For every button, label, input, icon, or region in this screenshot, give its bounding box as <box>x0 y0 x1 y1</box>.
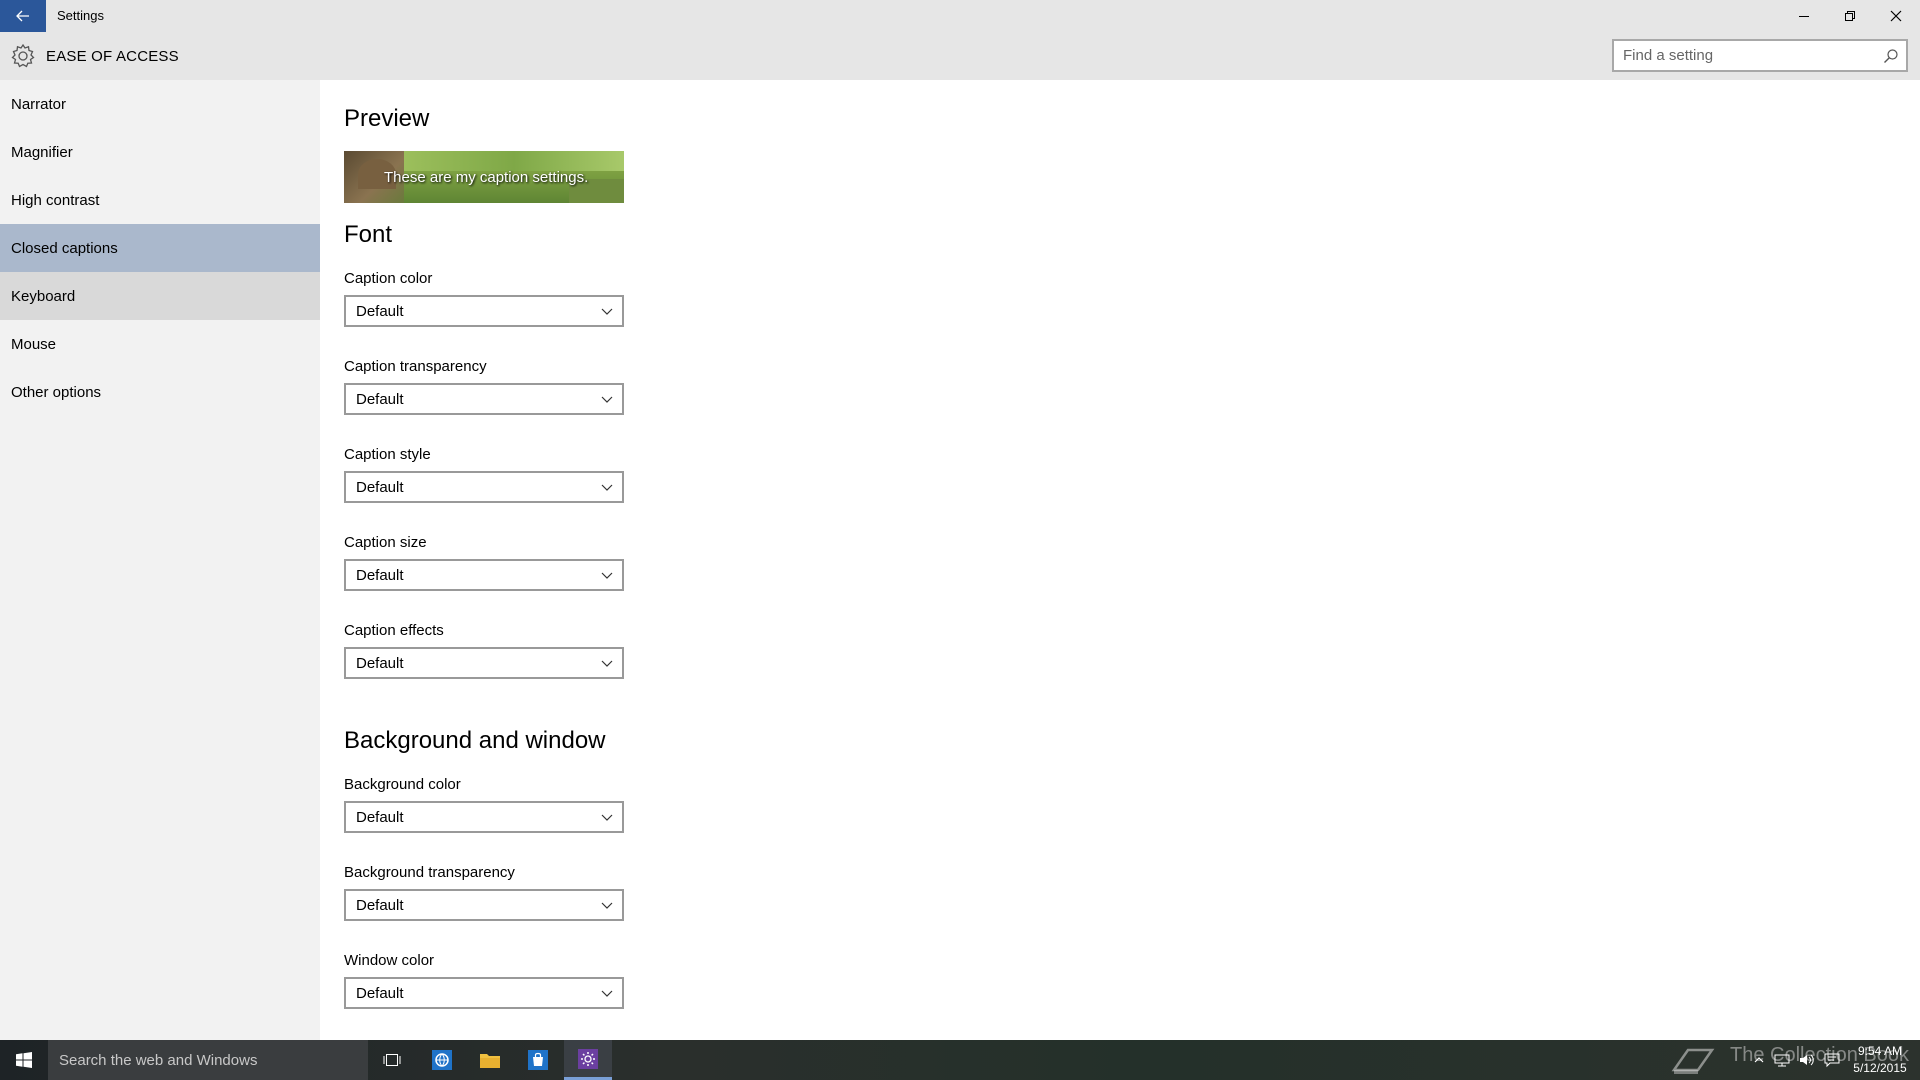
dropdown-value: Default <box>356 567 404 584</box>
clock-time: 9:54 AM <box>1857 1044 1903 1058</box>
search-input[interactable] <box>1614 41 1864 70</box>
sidebar-item-magnifier[interactable]: Magnifier <box>0 128 320 176</box>
restore-icon <box>1845 11 1855 21</box>
settings-app-button[interactable] <box>564 1040 612 1080</box>
sidebar: Narrator Magnifier High contrast Closed … <box>0 80 320 1040</box>
background-window-heading: Background and window <box>344 727 606 754</box>
gear-icon <box>11 43 35 68</box>
dropdown-value: Default <box>356 897 404 914</box>
back-button[interactable] <box>0 0 46 32</box>
background-color-label: Background color <box>344 776 461 793</box>
task-view-icon <box>383 1054 401 1066</box>
preview-heading: Preview <box>344 105 430 132</box>
main-content: Preview These are my caption settings. F… <box>320 80 1920 1040</box>
preview-sky <box>404 151 624 171</box>
close-icon <box>1890 10 1902 22</box>
edge-browser-button[interactable] <box>418 1040 466 1080</box>
dropdown-value: Default <box>356 809 404 826</box>
minimize-button[interactable] <box>1781 0 1827 32</box>
chevron-down-icon <box>601 902 613 909</box>
sidebar-item-other-options[interactable]: Other options <box>0 368 320 416</box>
caption-style-label: Caption style <box>344 446 431 463</box>
sidebar-item-label: Keyboard <box>11 287 76 305</box>
restore-button[interactable] <box>1827 0 1873 32</box>
sidebar-item-label: Mouse <box>11 335 57 353</box>
browser-icon <box>432 1050 452 1070</box>
font-heading: Font <box>344 221 393 248</box>
caption-color-label: Caption color <box>344 270 433 287</box>
chevron-down-icon <box>601 660 613 667</box>
sidebar-item-narrator[interactable]: Narrator <box>0 80 320 128</box>
find-setting-search[interactable] <box>1612 39 1908 72</box>
network-icon[interactable] <box>1773 1052 1791 1068</box>
caption-color-dropdown[interactable]: Default <box>344 295 624 327</box>
page-title: EASE OF ACCESS <box>46 48 179 65</box>
search-icon[interactable] <box>1883 48 1899 64</box>
sidebar-item-keyboard[interactable]: Keyboard <box>0 272 320 320</box>
caption-effects-dropdown[interactable]: Default <box>344 647 624 679</box>
minimize-icon <box>1799 16 1809 17</box>
sidebar-item-label: Other options <box>11 383 102 401</box>
chevron-down-icon <box>601 990 613 997</box>
clock-date: 5/12/2015 <box>1853 1061 1907 1075</box>
dropdown-value: Default <box>356 391 404 408</box>
window-color-dropdown[interactable]: Default <box>344 977 624 1009</box>
dropdown-value: Default <box>356 303 404 320</box>
start-button[interactable] <box>0 1040 48 1080</box>
back-arrow-icon <box>16 10 29 22</box>
caption-preview: These are my caption settings. <box>344 151 624 203</box>
task-view-button[interactable] <box>368 1040 416 1080</box>
store-button[interactable] <box>514 1040 562 1080</box>
window-title: Settings <box>57 8 104 23</box>
caption-size-dropdown[interactable]: Default <box>344 559 624 591</box>
action-center-icon[interactable] <box>1823 1052 1841 1068</box>
volume-icon[interactable] <box>1798 1052 1816 1068</box>
system-clock[interactable]: 9:54 AM 5/12/2015 <box>1850 1043 1910 1077</box>
caption-effects-label: Caption effects <box>344 622 444 639</box>
caption-size-label: Caption size <box>344 534 427 551</box>
background-color-dropdown[interactable]: Default <box>344 801 624 833</box>
store-icon <box>528 1050 548 1070</box>
file-explorer-button[interactable] <box>466 1040 514 1080</box>
caption-transparency-dropdown[interactable]: Default <box>344 383 624 415</box>
dropdown-value: Default <box>356 479 404 496</box>
chevron-down-icon <box>601 308 613 315</box>
sidebar-item-high-contrast[interactable]: High contrast <box>0 176 320 224</box>
sidebar-item-closed-captions[interactable]: Closed captions <box>0 224 320 272</box>
preview-caption-text: These are my caption settings. <box>384 169 589 186</box>
chevron-up-icon[interactable] <box>1750 1052 1768 1068</box>
sidebar-item-label: High contrast <box>11 191 100 209</box>
close-button[interactable] <box>1873 0 1919 32</box>
sidebar-item-label: Magnifier <box>11 143 73 161</box>
chevron-down-icon <box>601 572 613 579</box>
folder-icon <box>480 1054 500 1068</box>
settings-gear-icon <box>578 1048 598 1069</box>
title-bar: Settings <box>0 0 1920 32</box>
chevron-down-icon <box>601 396 613 403</box>
settings-header: EASE OF ACCESS <box>0 32 1920 80</box>
background-transparency-label: Background transparency <box>344 864 515 881</box>
sidebar-item-label: Narrator <box>11 95 67 113</box>
dropdown-value: Default <box>356 655 404 672</box>
caption-transparency-label: Caption transparency <box>344 358 487 375</box>
sidebar-item-label: Closed captions <box>11 239 118 257</box>
dropdown-value: Default <box>356 985 404 1002</box>
chevron-down-icon <box>601 484 613 491</box>
book-watermark-icon <box>1671 1048 1715 1074</box>
background-transparency-dropdown[interactable]: Default <box>344 889 624 921</box>
taskbar-search-placeholder: Search the web and Windows <box>59 1051 258 1069</box>
taskbar-search[interactable]: Search the web and Windows <box>48 1040 368 1080</box>
caption-style-dropdown[interactable]: Default <box>344 471 624 503</box>
taskbar: Search the web and Windows The Collectio… <box>0 1040 1920 1080</box>
sidebar-item-mouse[interactable]: Mouse <box>0 320 320 368</box>
chevron-down-icon <box>601 814 613 821</box>
window-color-label: Window color <box>344 952 435 969</box>
windows-logo-icon <box>16 1052 32 1068</box>
